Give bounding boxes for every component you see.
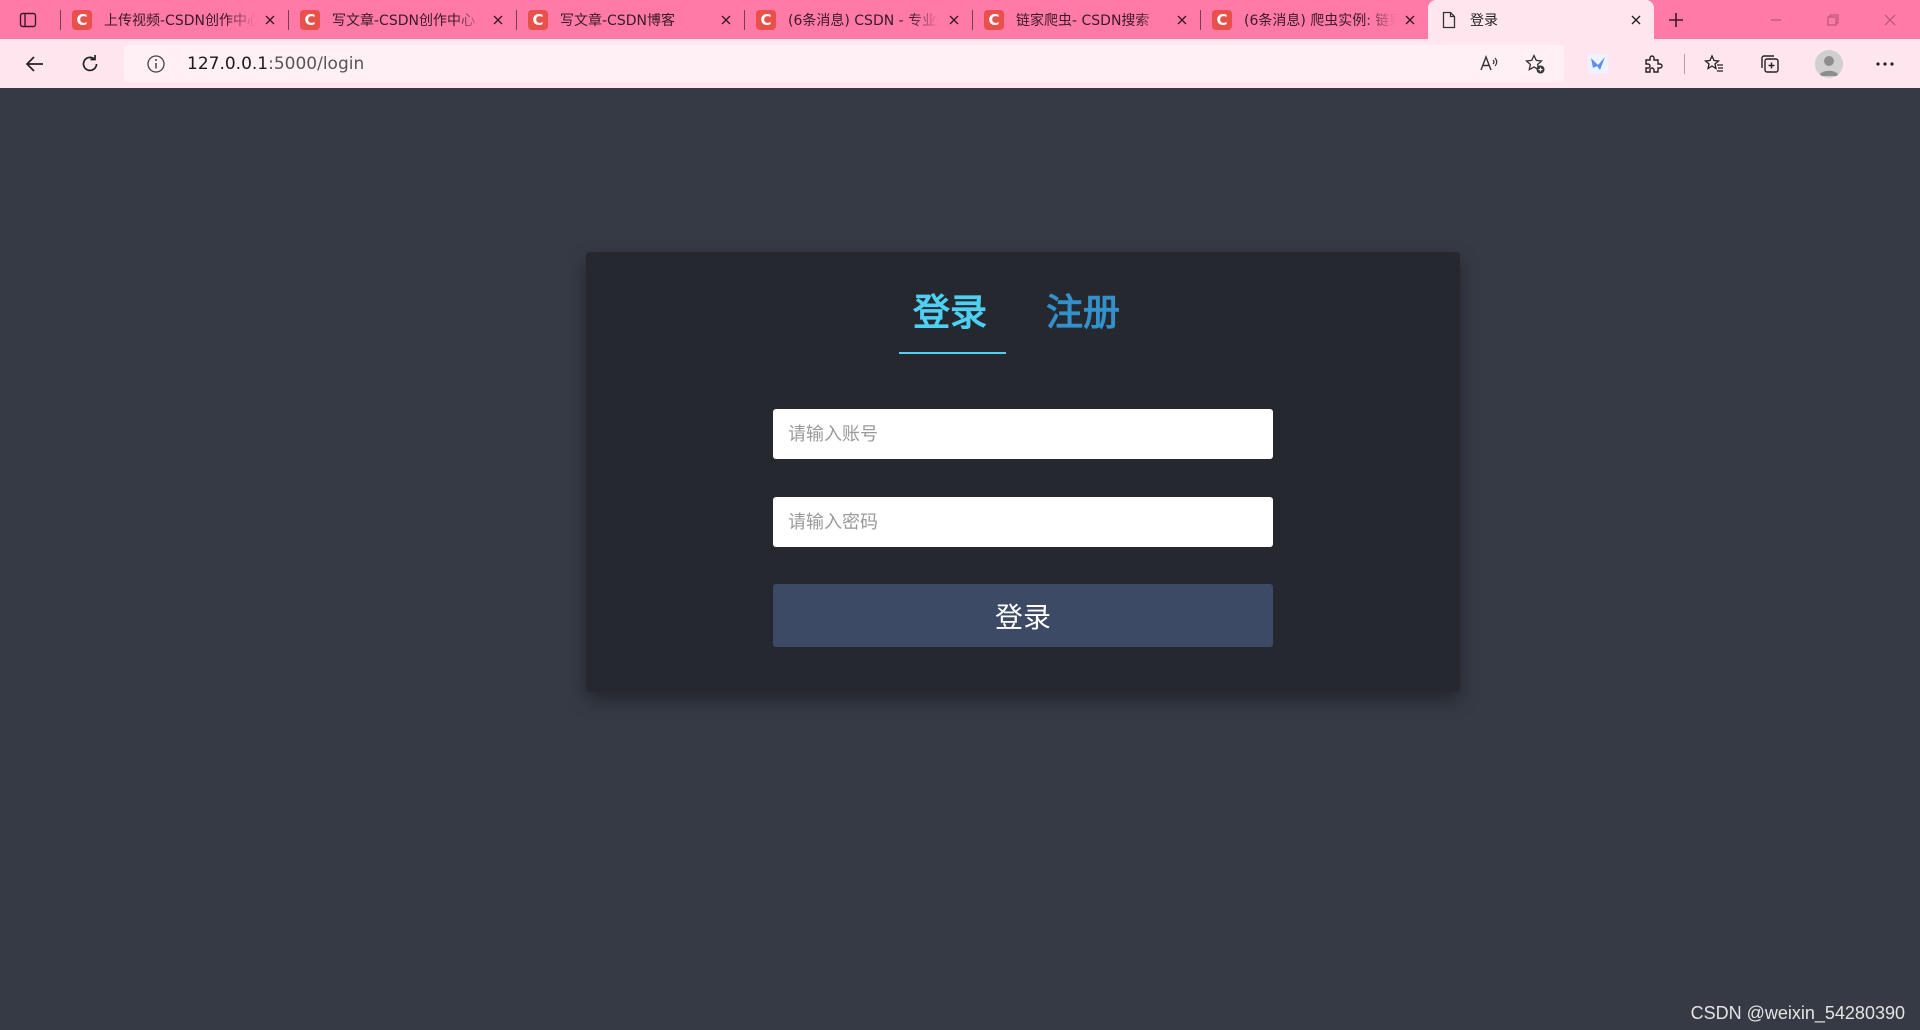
tab-close-icon[interactable] <box>1628 12 1644 28</box>
tab-title: (6条消息) 爬虫实例: 链家 <box>1244 12 1396 29</box>
browser-tab-4[interactable]: C (6条消息) CSDN - 专业开发者社区 <box>744 0 972 39</box>
plus-icon <box>1669 13 1683 27</box>
tab-title: 登录 <box>1470 12 1498 29</box>
bird-extension-icon <box>1588 54 1608 74</box>
restore-icon <box>1827 14 1839 26</box>
account-input[interactable] <box>773 409 1273 459</box>
tab-separator <box>1200 10 1201 30</box>
user-avatar-icon <box>1819 56 1839 76</box>
tab-close-icon[interactable] <box>490 12 506 28</box>
tab-close-icon[interactable] <box>946 12 962 28</box>
csdn-favicon-icon: C <box>72 9 92 30</box>
minimize-button[interactable] <box>1764 8 1788 32</box>
tab-title: 上传视频-CSDN创作中心 <box>104 12 256 29</box>
tab-title: 写文章-CSDN博客 <box>560 12 675 29</box>
back-arrow-icon <box>25 56 43 72</box>
tab-close-icon[interactable] <box>1402 12 1418 28</box>
address-bar[interactable]: 127.0.0.1:5000/login <box>124 45 1564 82</box>
tab-title: 写文章-CSDN创作中心 <box>332 12 475 29</box>
tab-title: (6条消息) CSDN - 专业开发者社区 <box>788 12 940 29</box>
tab-close-icon[interactable] <box>262 12 278 28</box>
login-submit-button[interactable]: 登录 <box>773 584 1273 647</box>
login-card: 登录 注册 登录 <box>586 252 1460 692</box>
sidebar-layout-icon <box>19 12 37 28</box>
favorites-list-icon <box>1703 54 1723 72</box>
tab-register[interactable]: 注册 <box>1046 282 1120 336</box>
site-info-icon[interactable] <box>146 54 166 74</box>
password-input[interactable] <box>773 497 1273 547</box>
close-window-button[interactable] <box>1878 8 1902 32</box>
favorites-button[interactable] <box>1699 49 1729 79</box>
csdn-favicon-icon: C <box>756 9 776 30</box>
page-icon <box>1440 10 1458 30</box>
tab-title: 链家爬虫- CSDN搜索 <box>1016 12 1150 29</box>
extension-button[interactable] <box>1583 49 1613 79</box>
read-aloud-icon[interactable] <box>1478 53 1500 75</box>
tab-login[interactable]: 登录 <box>913 282 987 336</box>
browser-tab-6[interactable]: C (6条消息) 爬虫实例: 链家 <box>1200 0 1428 39</box>
tab-close-icon[interactable] <box>1174 12 1190 28</box>
close-icon <box>1884 14 1896 26</box>
tab-separator <box>972 10 973 30</box>
csdn-favicon-icon: C <box>528 9 548 30</box>
form-tabs: 登录 注册 <box>586 252 1460 362</box>
tab-close-icon[interactable] <box>718 12 734 28</box>
page-body: 登录 注册 登录 CSDN @weixin_54280390 <box>0 88 1920 1030</box>
puzzle-icon <box>1645 55 1663 73</box>
tab-actions-button[interactable] <box>16 8 40 32</box>
url-path: :5000/login <box>268 54 365 74</box>
reload-button[interactable] <box>75 49 105 79</box>
tab-separator <box>516 10 517 30</box>
browser-toolbar: 127.0.0.1:5000/login <box>0 39 1920 88</box>
new-tab-button[interactable] <box>1664 8 1688 32</box>
toolbar-divider <box>1684 54 1685 74</box>
restore-button[interactable] <box>1821 8 1845 32</box>
back-button[interactable] <box>20 49 50 79</box>
tab-separator <box>744 10 745 30</box>
browser-tab-1[interactable]: C 上传视频-CSDN创作中心 <box>60 0 288 39</box>
minimize-icon <box>1771 19 1781 21</box>
url-text[interactable]: 127.0.0.1:5000/login <box>187 54 364 74</box>
collections-icon <box>1761 55 1779 73</box>
browser-tab-3[interactable]: C 写文章-CSDN博客 <box>516 0 744 39</box>
collections-button[interactable] <box>1755 49 1785 79</box>
refresh-icon <box>82 55 98 72</box>
browser-tab-2[interactable]: C 写文章-CSDN创作中心 <box>288 0 516 39</box>
browser-tab-5[interactable]: C 链家爬虫- CSDN搜索 <box>972 0 1200 39</box>
csdn-favicon-icon: C <box>300 9 320 30</box>
csdn-favicon-icon: C <box>984 9 1004 30</box>
active-tab-underline <box>899 352 1006 354</box>
more-options-icon <box>1876 62 1894 66</box>
settings-menu-button[interactable] <box>1870 49 1900 79</box>
tab-separator <box>60 10 61 30</box>
extensions-button[interactable] <box>1638 49 1668 79</box>
tab-separator <box>288 10 289 30</box>
csdn-watermark: CSDN @weixin_54280390 <box>1690 1003 1905 1023</box>
profile-avatar[interactable] <box>1815 50 1843 78</box>
url-host: 127.0.0.1 <box>187 54 269 74</box>
browser-tab-active[interactable]: 登录 <box>1428 0 1654 39</box>
add-favorite-star-icon[interactable] <box>1524 53 1546 75</box>
csdn-favicon-icon: C <box>1212 9 1232 30</box>
browser-tabstrip: C 上传视频-CSDN创作中心 C 写文章-CSDN创作中心 C 写文章-CSD… <box>0 0 1920 39</box>
